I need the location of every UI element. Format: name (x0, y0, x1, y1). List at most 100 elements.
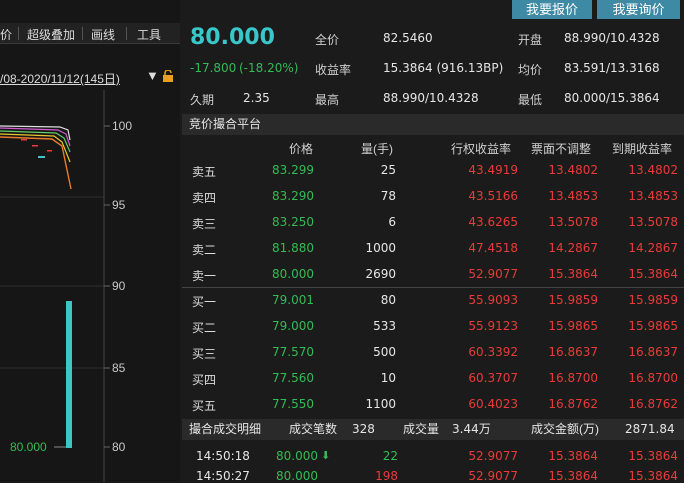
trade-amount: 2871.84 (625, 422, 675, 436)
trade-coupon-unadjusted: 15.3864 (548, 449, 598, 463)
row-label: 卖五 (192, 165, 217, 179)
row-maturity-yield: 13.5078 (628, 215, 678, 229)
row-coupon-unadjusted: 16.8637 (548, 345, 598, 359)
row-label: 买二 (192, 321, 217, 335)
trade-maturity-yield: 15.3864 (628, 449, 678, 463)
trades-header: 撮合成交明细 成交笔数 328 成交量 3.44万 成交金额(万) 2871.8… (182, 419, 684, 440)
trade-time: 14:50:27 (196, 469, 250, 483)
row-price: 83.299 (272, 163, 314, 177)
trade-count: 328 (352, 422, 375, 436)
auction-header: 竞价撮合平台 (182, 114, 684, 135)
trade-count-label: 成交笔数 (289, 422, 338, 436)
down-arrow-icon: ⬇ (321, 450, 331, 462)
row-maturity-yield: 14.2867 (628, 241, 678, 255)
row-qty: 500 (373, 345, 396, 359)
row-label: 卖一 (192, 269, 217, 283)
low-label: 最低 (518, 93, 543, 107)
series-line-5 (0, 136, 72, 190)
open-value: 88.990/10.4328 (564, 31, 660, 45)
row-coupon-unadjusted: 14.2867 (548, 241, 598, 255)
trade-coupon-unadjusted: 15.3864 (548, 469, 598, 483)
row-coupon-unadjusted: 13.4853 (548, 189, 598, 203)
row-maturity-yield: 15.9865 (628, 319, 678, 333)
row-price: 79.001 (272, 293, 314, 307)
trade-qty: 198 (375, 469, 398, 483)
candle (32, 145, 38, 147)
trade-exercise-yield: 52.9077 (468, 449, 518, 463)
row-label: 买四 (192, 373, 217, 387)
change-percent: (-18.20%) (239, 61, 299, 75)
y-tick-100: 100 (112, 119, 132, 133)
row-qty: 78 (380, 189, 396, 203)
toolbar-tools[interactable]: 工具 (137, 26, 161, 43)
row-maturity-yield: 15.9859 (628, 293, 678, 307)
row-maturity-yield: 16.8700 (628, 371, 678, 385)
chart-pane: 价 超级叠加 画线 工具 /08-2020/11/12(145日) ▼ 100 … (0, 0, 180, 482)
row-qty: 1100 (365, 397, 396, 411)
row-price: 79.000 (272, 319, 314, 333)
row-maturity-yield: 13.4802 (628, 163, 678, 177)
high-value: 88.990/10.4328 (383, 91, 479, 105)
row-price: 77.570 (272, 345, 314, 359)
full-price-label: 全价 (315, 33, 340, 47)
date-range-row: /08-2020/11/12(145日) ▼ (0, 68, 180, 87)
row-exercise-yield: 60.3707 (468, 371, 518, 385)
candle (21, 139, 27, 141)
report-quote-button[interactable]: 我要报价 (512, 0, 592, 19)
toolbar-draw-line[interactable]: 画线 (91, 26, 115, 43)
dropdown-triangle-icon[interactable]: ▼ (146, 68, 159, 83)
row-price: 83.250 (272, 215, 314, 229)
row-maturity-yield: 16.8637 (628, 345, 678, 359)
trade-price: 80.000 (276, 469, 318, 483)
toolbar-super-overlay[interactable]: 超级叠加 (27, 26, 75, 43)
col-qty: 量(手) (361, 142, 393, 156)
row-exercise-yield: 60.3392 (468, 345, 518, 359)
lock-icon[interactable] (162, 70, 174, 82)
high-label: 最高 (315, 93, 340, 107)
price-chart[interactable]: 100 95 90 85 80 80.000 (0, 90, 180, 482)
inquiry-button[interactable]: 我要询价 (597, 0, 680, 19)
trade-time: 14:50:18 (196, 449, 250, 463)
row-label: 卖四 (192, 191, 217, 205)
row-coupon-unadjusted: 15.9859 (548, 293, 598, 307)
row-coupon-unadjusted: 15.9865 (548, 319, 598, 333)
row-exercise-yield: 43.6265 (468, 215, 518, 229)
candle (38, 156, 45, 158)
row-qty: 6 (388, 215, 396, 229)
row-qty: 80 (380, 293, 396, 307)
row-exercise-yield: 55.9123 (468, 319, 518, 333)
col-maturity-yield: 到期收益率 (612, 142, 673, 156)
y-tick-80: 80 (112, 440, 126, 454)
last-price-bar (66, 301, 72, 448)
trade-price: 80.000 (276, 449, 318, 463)
row-qty: 10 (380, 371, 396, 385)
row-price: 77.550 (272, 397, 314, 411)
trade-maturity-yield: 15.3864 (628, 469, 678, 483)
date-range[interactable]: /08-2020/11/12(145日) (0, 70, 120, 87)
toolbar-price[interactable]: 价 (0, 26, 12, 43)
row-coupon-unadjusted: 13.4802 (548, 163, 598, 177)
full-price-value: 82.5460 (383, 31, 433, 45)
trade-exercise-yield: 52.9077 (468, 469, 518, 483)
row-label: 卖二 (192, 243, 217, 257)
quote-pane: 我要报价 我要询价 80.000 -17.800 (-18.20%) 久期 2.… (182, 0, 684, 483)
row-price: 77.560 (272, 371, 314, 385)
row-qty: 25 (380, 163, 396, 177)
avg-label: 均价 (518, 63, 543, 77)
auction-title: 竞价撮合平台 (189, 117, 262, 131)
row-coupon-unadjusted: 16.8700 (548, 371, 598, 385)
last-price: 80.000 (190, 25, 275, 50)
trade-volume: 3.44万 (452, 422, 491, 436)
y-tick-95: 95 (112, 198, 126, 212)
row-label: 卖三 (192, 217, 217, 231)
row-exercise-yield: 47.4518 (468, 241, 518, 255)
row-maturity-yield: 16.8762 (628, 397, 678, 411)
trade-volume-label: 成交量 (403, 422, 440, 436)
row-qty: 533 (373, 319, 396, 333)
row-exercise-yield: 43.5166 (468, 189, 518, 203)
row-exercise-yield: 55.9093 (468, 293, 518, 307)
row-price: 80.000 (272, 267, 314, 281)
y-tick-85: 85 (112, 361, 126, 375)
row-coupon-unadjusted: 13.5078 (548, 215, 598, 229)
row-qty: 2690 (365, 267, 396, 281)
